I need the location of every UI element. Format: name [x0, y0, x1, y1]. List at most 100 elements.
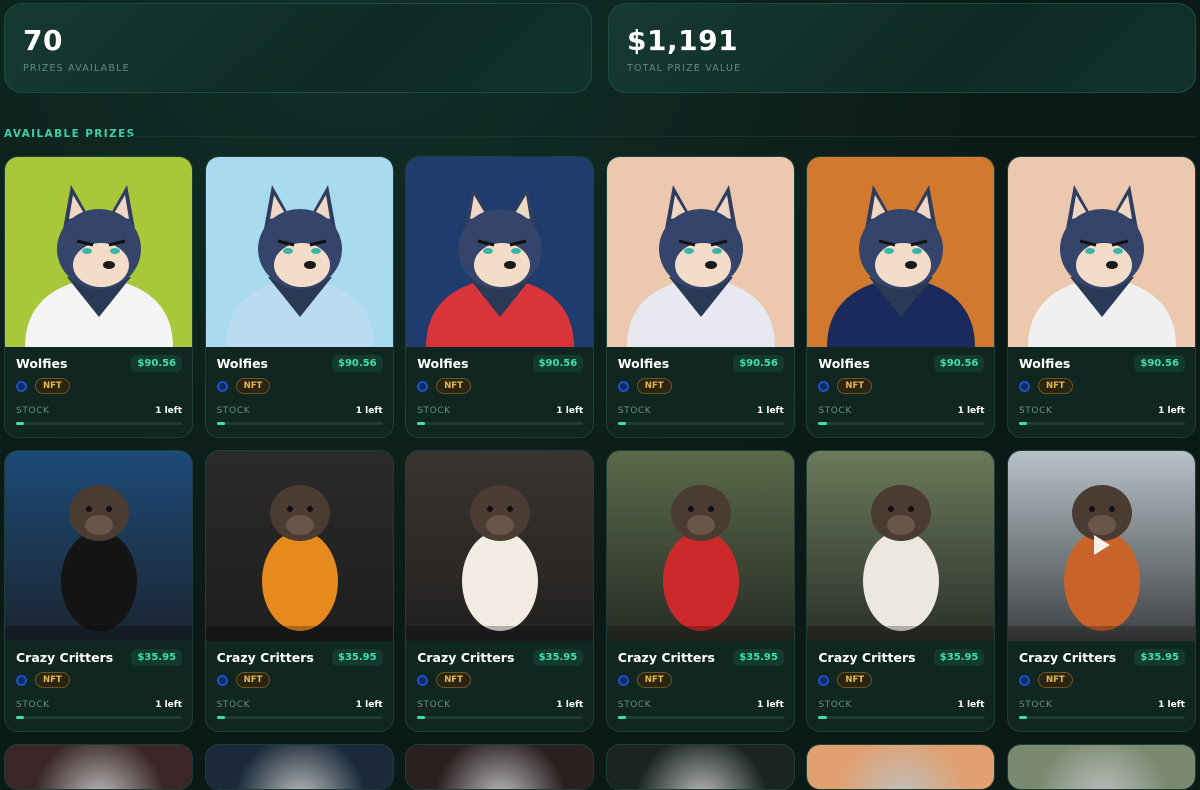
prize-name: Wolfies: [617, 356, 670, 371]
prize-card[interactable]: Crazy Critters $35.95 NFT STOCK 1 left: [806, 450, 996, 732]
stock-label: STOCK: [617, 700, 652, 710]
prizes-available-label: PRIZES AVAILABLE: [23, 63, 130, 74]
prize-card[interactable]: Crazy Critters $35.95 NFT STOCK 1 left: [4, 450, 193, 732]
nft-badge: NFT: [636, 378, 672, 394]
nft-badge: NFT: [837, 672, 873, 688]
prize-image: [807, 745, 995, 789]
prize-name: Crazy Critters: [1018, 650, 1117, 665]
prize-image: [406, 451, 594, 641]
prize-image: [406, 745, 594, 789]
nft-badge: NFT: [35, 672, 70, 688]
prize-image: [606, 157, 794, 347]
prize-card[interactable]: Crazy Critters $35.95 NFT STOCK 1 left: [1006, 450, 1196, 732]
section-divider: [130, 136, 1196, 137]
prize-card[interactable]: Wolfies $90.56 NFT STOCK 1 left: [4, 156, 193, 438]
prize-card[interactable]: Wolfies $90.56 NFT STOCK 1 left: [204, 156, 394, 438]
prize-card[interactable]: Wolfies $90.56 NFT STOCK 1 left: [605, 156, 795, 438]
stock-count: 1 left: [1158, 406, 1185, 416]
chain-icon: [617, 380, 629, 392]
stock-progress-fill: [216, 422, 225, 425]
stock-progress-fill: [216, 716, 225, 719]
stock-progress-bar: [818, 422, 985, 425]
stock-progress-fill: [1018, 422, 1028, 425]
stock-progress-fill: [16, 422, 25, 425]
prize-name: Crazy Critters: [216, 650, 314, 665]
prize-info: Crazy Critters $35.95 NFT STOCK 1 left: [206, 641, 393, 719]
prize-name: Crazy Critters: [417, 650, 515, 665]
stock-label: STOCK: [216, 406, 251, 416]
prizes-available-value: 70: [23, 24, 63, 57]
prize-info: Crazy Critters $35.95 NFT STOCK 1 left: [5, 641, 192, 719]
stock-progress-fill: [417, 422, 426, 425]
stock-progress-bar: [617, 716, 784, 719]
prize-image: [807, 157, 995, 347]
prize-card[interactable]: [4, 744, 193, 790]
stock-progress-bar: [417, 422, 584, 425]
prize-card[interactable]: [405, 744, 595, 790]
stock-label: STOCK: [617, 406, 652, 416]
prize-card[interactable]: [204, 744, 394, 790]
nft-badge: NFT: [235, 672, 271, 688]
prize-image: [807, 451, 995, 641]
prize-name: Wolfies: [1018, 356, 1071, 371]
prize-info: Crazy Critters $35.95 NFT STOCK 1 left: [406, 641, 593, 719]
stock-progress-bar: [1018, 716, 1185, 719]
prize-card[interactable]: Wolfies $90.56 NFT STOCK 1 left: [1006, 156, 1196, 438]
prize-card[interactable]: Crazy Critters $35.95 NFT STOCK 1 left: [405, 450, 595, 732]
stock-count: 1 left: [556, 700, 584, 710]
chain-icon: [1018, 380, 1030, 392]
prize-image: [1007, 451, 1195, 641]
prize-price: $90.56: [532, 355, 584, 372]
stock-label: STOCK: [16, 406, 50, 416]
prize-card[interactable]: Crazy Critters $35.95 NFT STOCK 1 left: [605, 450, 795, 732]
prize-card[interactable]: [1006, 744, 1196, 790]
stock-label: STOCK: [1018, 700, 1053, 710]
prize-info: Wolfies $90.56 NFT STOCK 1 left: [607, 347, 794, 425]
prize-card[interactable]: [806, 744, 996, 790]
stock-label: STOCK: [818, 406, 852, 416]
prizes-available-card: 70 PRIZES AVAILABLE: [4, 3, 592, 93]
prize-price: $35.95: [131, 649, 182, 666]
prize-image: [205, 451, 393, 641]
prize-info: Crazy Critters $35.95 NFT STOCK 1 left: [1008, 641, 1195, 719]
prize-name: Crazy Critters: [16, 650, 114, 665]
stock-progress-bar: [617, 422, 784, 425]
prize-info: Wolfies $90.56 NFT STOCK 1 left: [1008, 347, 1195, 425]
prize-image: [205, 745, 393, 789]
prize-price: $90.56: [1134, 355, 1185, 372]
stock-count: 1 left: [355, 700, 383, 710]
section-title: AVAILABLE PRIZES: [4, 128, 136, 140]
chain-icon: [216, 380, 228, 392]
stock-label: STOCK: [1018, 406, 1053, 416]
chain-icon: [216, 674, 228, 686]
total-prize-value: $1,191: [627, 24, 739, 57]
prize-price: $35.95: [1134, 649, 1185, 666]
prize-card[interactable]: Crazy Critters $35.95 NFT STOCK 1 left: [204, 450, 394, 732]
prize-card[interactable]: [605, 744, 795, 790]
prize-card[interactable]: Wolfies $90.56 NFT STOCK 1 left: [806, 156, 996, 438]
prize-price: $35.95: [933, 649, 985, 666]
nft-badge: NFT: [1037, 378, 1073, 394]
prize-info: Wolfies $90.56 NFT STOCK 1 left: [807, 347, 994, 425]
prize-card[interactable]: Wolfies $90.56 NFT STOCK 1 left: [405, 156, 595, 438]
prize-name: Crazy Critters: [818, 650, 916, 665]
prize-image: [1007, 745, 1195, 789]
nft-badge: NFT: [837, 378, 873, 394]
play-icon[interactable]: [1093, 535, 1110, 555]
wolf-illustration: [225, 185, 374, 347]
stock-count: 1 left: [355, 406, 383, 416]
prize-name: Crazy Critters: [617, 650, 715, 665]
prize-image: [1007, 157, 1195, 347]
prize-price: $35.95: [532, 649, 584, 666]
nft-badge: NFT: [436, 378, 471, 394]
nft-badge: NFT: [636, 672, 672, 688]
stock-count: 1 left: [957, 700, 985, 710]
chain-icon: [818, 380, 830, 392]
prize-name: Wolfies: [818, 356, 870, 371]
stock-progress-bar: [1018, 422, 1185, 425]
critter-illustration: [5, 485, 192, 641]
prize-price: $90.56: [933, 355, 985, 372]
stock-count: 1 left: [155, 700, 182, 710]
critter-illustration: [406, 485, 594, 641]
prize-grid: Wolfies $90.56 NFT STOCK 1 left Wolfies $90.56…: [4, 156, 1196, 790]
